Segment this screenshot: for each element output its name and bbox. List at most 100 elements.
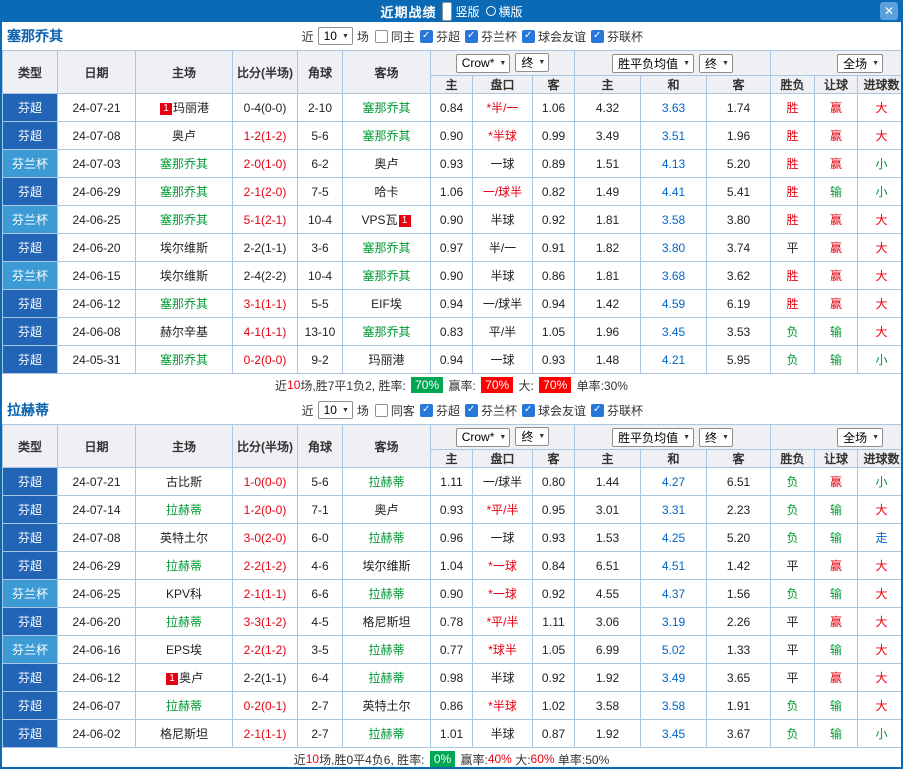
goals-result: 大	[857, 205, 901, 234]
team-label: 哈卡	[374, 185, 399, 199]
league-tag: 芬兰杯	[2, 635, 58, 664]
europe-away-odds: 3.65	[706, 663, 772, 692]
europe-away-odds: 5.41	[706, 177, 772, 206]
league-checkbox[interactable]: 球会友谊	[521, 402, 586, 419]
europe-away-odds: 1.96	[706, 121, 772, 150]
goals-result: 大	[857, 495, 901, 524]
asian-home-odds: 1.11	[430, 467, 473, 496]
league-checkbox[interactable]: 芬兰杯	[464, 402, 517, 419]
team-label: 奥卢	[171, 129, 196, 143]
handicap-result: 赢	[814, 121, 859, 150]
away-team: 塞那乔其	[342, 121, 431, 150]
league-checkbox[interactable]: 芬超	[419, 28, 460, 45]
europe-home-odds: 1.53	[574, 523, 642, 552]
europe-odds-select[interactable]: 胜平负均值 ▼	[612, 53, 695, 73]
handicap-result: 输	[814, 345, 859, 374]
handicap-result: 输	[814, 317, 859, 346]
same-venue-checkbox[interactable]: 同客	[374, 402, 415, 419]
select-value: 终	[521, 56, 534, 71]
corners: 2-10	[297, 93, 343, 122]
scope-select[interactable]: 全场 ▼	[837, 53, 884, 73]
league-tag: 芬超	[2, 719, 58, 748]
checkbox-label: 同客	[390, 403, 415, 418]
handicap-result: 赢	[814, 551, 859, 580]
league-tag: 芬超	[2, 233, 58, 262]
checkbox-icon	[374, 403, 388, 417]
league-checkbox[interactable]: 芬超	[419, 402, 460, 419]
asian-final-select[interactable]: 终 ▼	[515, 53, 550, 73]
europe-away-odds: 5.20	[706, 149, 772, 178]
handicap: *一球	[472, 579, 533, 608]
goals-result: 大	[857, 691, 901, 720]
home-team: 格尼斯坦	[135, 719, 233, 748]
asian-away-odds: 0.84	[531, 551, 576, 580]
chevron-down-icon: ▼	[538, 433, 546, 441]
result: 平	[770, 663, 816, 692]
horizontal-layout-radio-icon[interactable]	[485, 6, 496, 16]
summary-part: 70%	[481, 377, 514, 393]
home-team: EPS埃	[135, 635, 233, 664]
games-count-select[interactable]: 10 ▼	[317, 27, 353, 45]
score: 4-1(1-1)	[232, 317, 298, 346]
away-team: 塞那乔其	[342, 317, 431, 346]
scope-header: 全场 ▼	[770, 424, 901, 450]
summary-bar: 近 10 场,胜7平1负2, 胜率: 70% 赢率: 70% 大: 70% 单率:3…	[2, 374, 901, 396]
away-team: 塞那乔其	[342, 261, 431, 290]
near-label: 近	[301, 29, 314, 44]
vertical-layout-radio-icon[interactable]	[442, 1, 453, 21]
handicap: *球半	[472, 635, 533, 664]
team-label: 埃尔维斯	[362, 559, 411, 573]
league-checkbox[interactable]: 芬联杯	[590, 402, 643, 419]
europe-home-odds: 6.51	[574, 551, 642, 580]
match-row: 芬兰杯 24-06-25 KPV科 2-1(1-1) 6-6 拉赫蒂 0.90 *一球 0.92…	[2, 579, 901, 608]
league-checkbox[interactable]: 球会友谊	[521, 28, 586, 45]
vertical-layout-label[interactable]: 竖版	[455, 3, 479, 20]
asian-home-odds: 0.96	[430, 523, 473, 552]
score: 2-2(1-2)	[232, 635, 298, 664]
home-team: KPV科	[135, 579, 233, 608]
handicap-result: 输	[814, 495, 859, 524]
europe-home-odds: 4.55	[574, 579, 642, 608]
corners: 4-6	[297, 551, 343, 580]
asian-away-odds: 1.02	[531, 691, 576, 720]
europe-home-odds: 1.82	[574, 233, 642, 262]
horizontal-layout-label[interactable]: 横版	[499, 3, 523, 20]
league-checkbox[interactable]: 芬兰杯	[464, 28, 517, 45]
home-team: 古比斯	[135, 467, 233, 496]
europe-away-odds: 1.33	[706, 635, 772, 664]
goals-result: 小	[857, 177, 901, 206]
match-row: 芬超 24-06-29 拉赫蒂 2-2(1-2) 4-6 埃尔维斯 1.04 *一球 0.84 6…	[2, 551, 901, 580]
europe-final-select[interactable]: 终 ▼	[699, 427, 733, 447]
score: 3-3(1-2)	[232, 607, 298, 636]
odds-company-select[interactable]: Crow* ▼	[455, 427, 511, 447]
team-filter-bar: 拉赫蒂 近 10 ▼ 场 同客 芬超 芬兰杯 球会友谊 芬联杯	[2, 396, 901, 424]
europe-final-select[interactable]: 终 ▼	[699, 53, 733, 73]
match-date: 24-06-29	[57, 551, 136, 580]
europe-draw-odds: 4.27	[640, 467, 708, 496]
team-label: 塞那乔其	[159, 353, 208, 367]
europe-home-odds: 1.92	[574, 719, 642, 748]
match-row: 芬兰杯 24-06-25 塞那乔其 5-1(2-1) 10-4 VPS瓦 1 0.90 半球 0.…	[2, 205, 901, 234]
team-section: 拉赫蒂近10▼场同客芬超芬兰杯球会友谊芬联杯类型日期主场比分(半场)角球客场Cr…	[2, 396, 901, 767]
asian-home-odds: 0.83	[430, 317, 473, 346]
away-team: 哈卡	[342, 177, 431, 206]
summary-part: 70%	[411, 377, 444, 393]
close-button[interactable]: ✕	[880, 2, 898, 20]
scope-select[interactable]: 全场 ▼	[837, 427, 884, 447]
checkbox-icon	[464, 403, 478, 417]
chevron-down-icon: ▼	[722, 433, 729, 441]
same-venue-checkbox[interactable]: 同主	[374, 28, 415, 45]
games-count-select[interactable]: 10 ▼	[317, 401, 353, 419]
score: 2-2(1-1)	[232, 663, 298, 692]
odds-company-select[interactable]: Crow* ▼	[455, 53, 511, 73]
goals-result: 大	[857, 261, 901, 290]
europe-odds-select[interactable]: 胜平负均值 ▼	[612, 427, 695, 447]
team-label: 格尼斯坦	[159, 727, 208, 741]
match-date: 24-06-15	[57, 261, 136, 290]
league-checkbox[interactable]: 芬联杯	[590, 28, 643, 45]
asian-home-odds: 0.84	[430, 93, 473, 122]
match-date: 24-07-08	[57, 121, 136, 150]
corners: 5-6	[297, 467, 343, 496]
asian-final-select[interactable]: 终 ▼	[515, 427, 550, 447]
europe-draw-odds: 4.13	[640, 149, 708, 178]
